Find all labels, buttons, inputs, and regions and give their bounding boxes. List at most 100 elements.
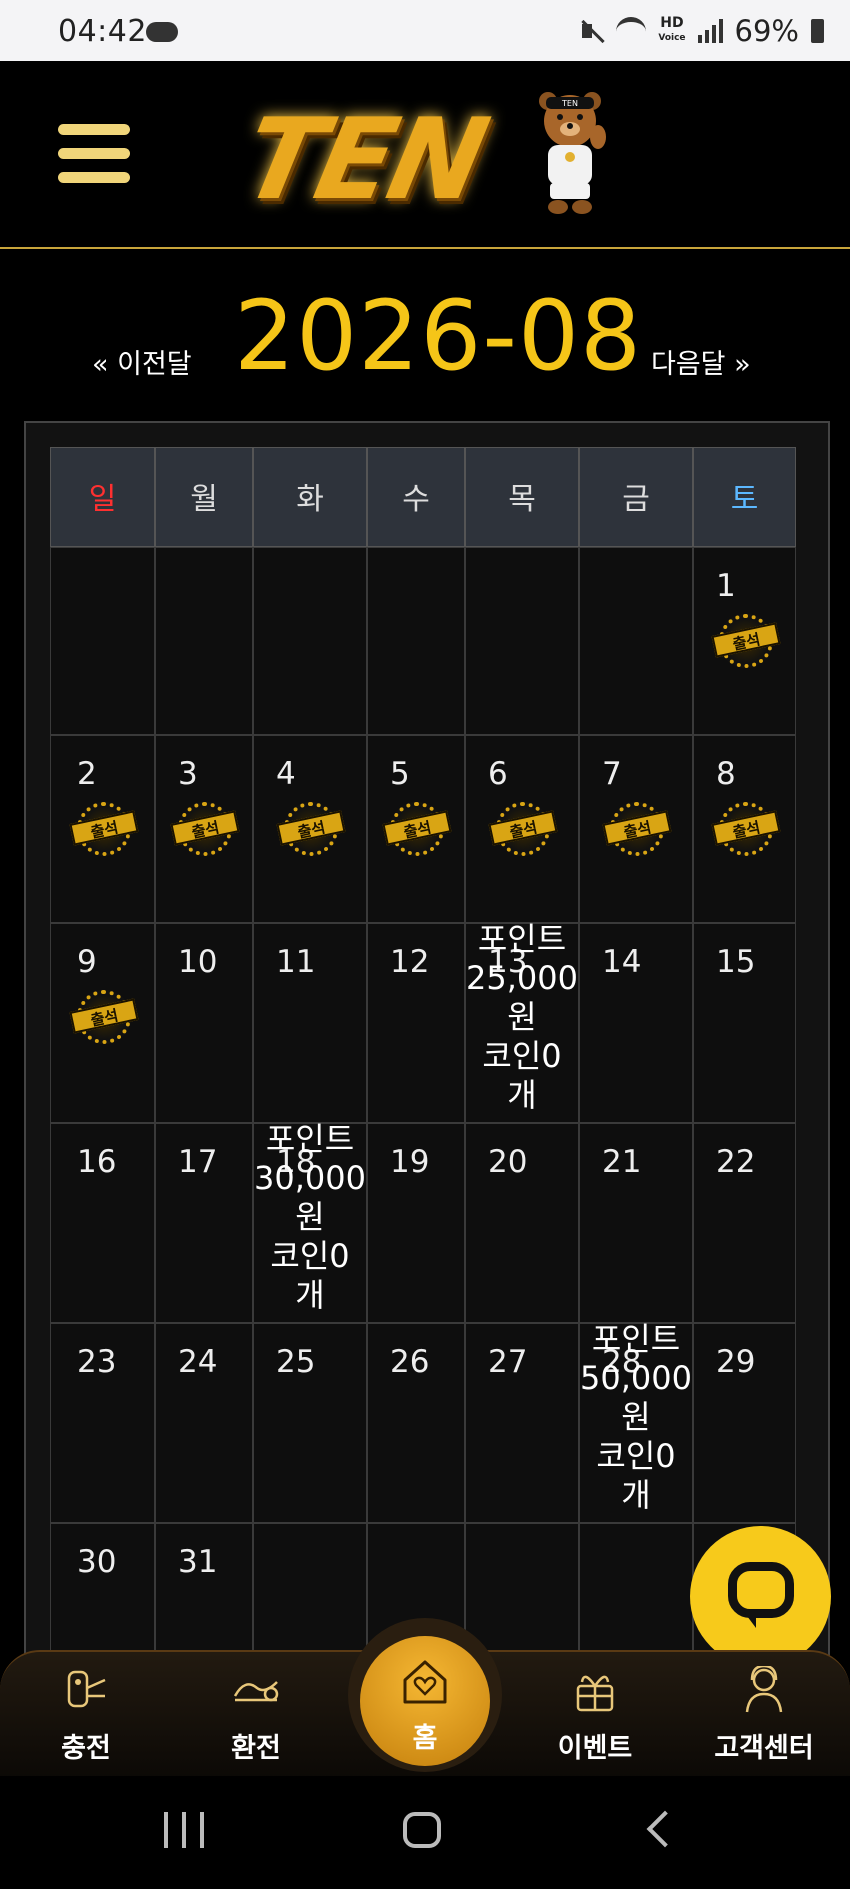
reward-line: 코인0 xyxy=(482,1037,562,1075)
day-cell[interactable]: 22 xyxy=(693,1123,796,1323)
day-cell[interactable]: 20 xyxy=(465,1123,579,1323)
weekday-label: 토 xyxy=(730,482,759,517)
day-cell[interactable]: 2 출석 xyxy=(50,735,155,923)
battery-icon xyxy=(811,19,824,43)
day-cell[interactable]: 9 출석 xyxy=(50,923,155,1123)
weekday-cell: 월 xyxy=(155,447,253,547)
hamburger-menu-icon[interactable] xyxy=(58,124,130,186)
day-cell[interactable]: 17 xyxy=(155,1123,253,1323)
signal-icon xyxy=(697,19,723,43)
attendance-stamp-icon: 출석 xyxy=(382,802,452,858)
day-cell[interactable]: 14 xyxy=(579,923,693,1123)
day-cell[interactable]: 25 xyxy=(253,1323,367,1523)
day-number: 9 xyxy=(77,944,97,980)
battery-percent: 69% xyxy=(734,14,799,48)
nav-exchange[interactable]: 환전 xyxy=(186,1652,326,1778)
day-number: 3 xyxy=(178,756,198,792)
day-number: 27 xyxy=(488,1344,528,1380)
day-number: 5 xyxy=(390,756,410,792)
day-cell[interactable]: 26 xyxy=(367,1323,465,1523)
day-cell[interactable]: 10 xyxy=(155,923,253,1123)
day-cell[interactable]: 15 xyxy=(693,923,796,1123)
status-time: 04:42 xyxy=(58,14,147,49)
nav-deposit[interactable]: 충전 xyxy=(16,1652,156,1778)
day-cell[interactable]: 1 출석 xyxy=(693,547,796,735)
weekday-label: 일 xyxy=(88,482,117,517)
reward-line: 30,000 xyxy=(254,1159,366,1197)
hd-voice-icon: HD Voice xyxy=(658,15,685,45)
day-number: 12 xyxy=(390,944,430,980)
day-cell[interactable]: 7 출석 xyxy=(579,735,693,923)
day-cell[interactable]: 29 xyxy=(693,1323,796,1523)
day-number: 4 xyxy=(276,756,296,792)
day-cell[interactable]: 18 포인트 30,000 원 코인0 개 xyxy=(253,1120,367,1323)
attendance-stamp-icon: 출석 xyxy=(276,802,346,858)
empty-day-cell xyxy=(155,547,253,735)
reward-line: 50,000 xyxy=(580,1359,692,1397)
nav-home-label: 홈 xyxy=(412,1723,438,1754)
day-cell[interactable]: 16 xyxy=(50,1123,155,1323)
day-number: 11 xyxy=(276,944,316,980)
day-number: 21 xyxy=(602,1144,642,1180)
weekday-cell: 일 xyxy=(50,447,155,547)
bear-mascot-icon: TEN xyxy=(539,92,606,214)
reward-line: 개 xyxy=(295,1276,325,1314)
day-cell[interactable]: 23 xyxy=(50,1323,155,1523)
day-number: 2 xyxy=(77,756,97,792)
recent-apps-icon[interactable] xyxy=(164,1812,204,1848)
weekday-cell: 화 xyxy=(253,447,367,547)
day-cell[interactable]: 4 출석 xyxy=(253,735,367,923)
attendance-stamp-icon: 출석 xyxy=(69,802,139,858)
back-icon[interactable] xyxy=(646,1810,684,1848)
chat-button[interactable] xyxy=(690,1526,831,1667)
nav-exchange-label: 환전 xyxy=(231,1733,281,1764)
day-cell[interactable]: 6 출석 xyxy=(465,735,579,923)
nav-support-label: 고객센터 xyxy=(714,1733,814,1764)
day-cell[interactable]: 3 출석 xyxy=(155,735,253,923)
prev-month-link[interactable]: « 이전달 xyxy=(92,342,192,381)
day-cell[interactable]: 12 xyxy=(367,923,465,1123)
day-number: 7 xyxy=(602,756,622,792)
nav-home[interactable]: 홈 xyxy=(360,1636,490,1766)
nav-event-label: 이벤트 xyxy=(557,1733,633,1764)
day-cell[interactable]: 5 출석 xyxy=(367,735,465,923)
attendance-stamp-icon: 출석 xyxy=(170,802,240,858)
reward-info: 포인트 25,000 원 코인0 개 xyxy=(466,920,578,1115)
attendance-stamp-icon: 출석 xyxy=(69,990,139,1046)
day-cell[interactable]: 8 출석 xyxy=(693,735,796,923)
empty-day-cell xyxy=(50,547,155,735)
logo-text: TEN xyxy=(232,95,495,225)
attendance-stamp-icon: 출석 xyxy=(711,802,781,858)
day-number: 26 xyxy=(390,1344,430,1380)
system-home-icon[interactable] xyxy=(403,1812,441,1848)
reward-line: 코인0 xyxy=(596,1437,676,1475)
weekday-label: 목 xyxy=(508,482,536,517)
nav-support[interactable]: 고객센터 xyxy=(694,1652,834,1778)
gift-icon xyxy=(576,1675,614,1712)
calendar-panel: 일 월 화 수 목 금 토 1 출석 2 출석 3 출석 4 출석 5 출석 6 출석 7 출석 8 출석 9 출석 10 11 12… xyxy=(24,421,830,1675)
day-number: 19 xyxy=(390,1144,430,1180)
day-cell[interactable]: 13 포인트 25,000 원 코인0 개 xyxy=(465,920,579,1123)
day-cell[interactable]: 21 xyxy=(579,1123,693,1323)
reward-line: 원 xyxy=(507,998,537,1036)
day-number: 29 xyxy=(716,1344,756,1380)
weekday-cell: 목 xyxy=(465,447,579,547)
reward-line: 개 xyxy=(621,1476,651,1514)
ten-logo[interactable]: TEN TEN xyxy=(232,87,606,227)
status-bar: 04:42 HD Voice 69% xyxy=(0,0,850,61)
day-number: 17 xyxy=(178,1144,218,1180)
weekday-cell: 토 xyxy=(693,447,796,547)
day-cell[interactable]: 24 xyxy=(155,1323,253,1523)
day-cell[interactable]: 28 포인트 50,000 원 코인0 개 xyxy=(579,1320,693,1523)
cloud-icon xyxy=(146,22,178,42)
weekday-label: 수 xyxy=(402,482,430,517)
day-cell[interactable]: 27 xyxy=(465,1323,579,1523)
hd-label: HD xyxy=(660,15,684,31)
day-cell[interactable]: 19 xyxy=(367,1123,465,1323)
next-month-link[interactable]: 다음달 » xyxy=(651,342,751,381)
day-number: 31 xyxy=(178,1544,218,1580)
day-cell[interactable]: 11 xyxy=(253,923,367,1123)
nav-event[interactable]: 이벤트 xyxy=(525,1652,665,1778)
status-icons: HD Voice 69% xyxy=(578,14,824,48)
weekday-label: 화 xyxy=(296,482,324,517)
